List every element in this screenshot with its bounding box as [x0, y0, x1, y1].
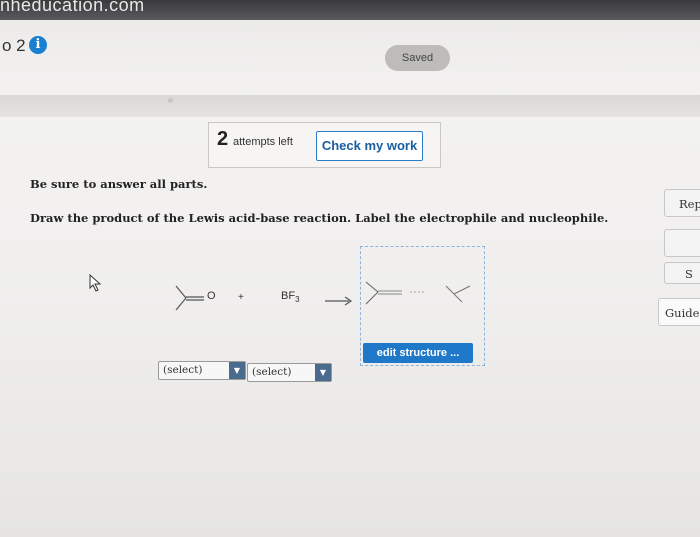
- attempts-label: attempts left: [233, 136, 293, 148]
- select-2-value: (select): [252, 366, 292, 378]
- header-divider: [0, 95, 700, 117]
- report-button[interactable]: Rep: [664, 189, 700, 217]
- side-s-button[interactable]: S: [664, 262, 700, 284]
- reactant-oxygen-label: O: [207, 290, 216, 302]
- instruction-answer-all: Be sure to answer all parts.: [30, 177, 208, 191]
- question-number: o 2: [2, 36, 26, 55]
- reactant-ketone-structure: O: [170, 282, 230, 327]
- bf3-label: BF3: [281, 290, 300, 304]
- chevron-down-icon: ▼: [315, 364, 331, 381]
- divider-dot: [168, 98, 173, 103]
- edit-structure-button[interactable]: edit structure ...: [363, 343, 473, 363]
- check-my-work-button[interactable]: Check my work: [316, 131, 423, 161]
- guided-button[interactable]: Guide: [658, 298, 700, 326]
- side-tool-button[interactable]: [664, 229, 700, 257]
- plus-sign: +: [238, 292, 244, 303]
- url-text: nheducation.com: [0, 0, 145, 15]
- attempts-count: 2: [217, 128, 229, 150]
- mouse-cursor-icon: [89, 274, 102, 292]
- info-icon[interactable]: i: [29, 36, 47, 54]
- select-1-value: (select): [163, 364, 203, 376]
- product-structure-drawing-icon: [365, 281, 471, 305]
- instruction-draw-product: Draw the product of the Lewis acid-base …: [30, 211, 609, 225]
- electrophile-nucleophile-select-1[interactable]: (select) ▼: [158, 361, 246, 380]
- bf3-subscript: 3: [295, 295, 300, 305]
- chevron-down-icon: ▼: [229, 362, 245, 379]
- saved-status-badge: Saved: [385, 45, 450, 71]
- question-header: [0, 20, 700, 95]
- ketone-skeleton-icon: [175, 285, 204, 311]
- bf3-main: BF: [281, 290, 296, 302]
- reaction-arrow-icon: [325, 296, 353, 306]
- electrophile-nucleophile-select-2[interactable]: (select) ▼: [247, 363, 332, 382]
- browser-url-bar: nheducation.com: [0, 0, 700, 20]
